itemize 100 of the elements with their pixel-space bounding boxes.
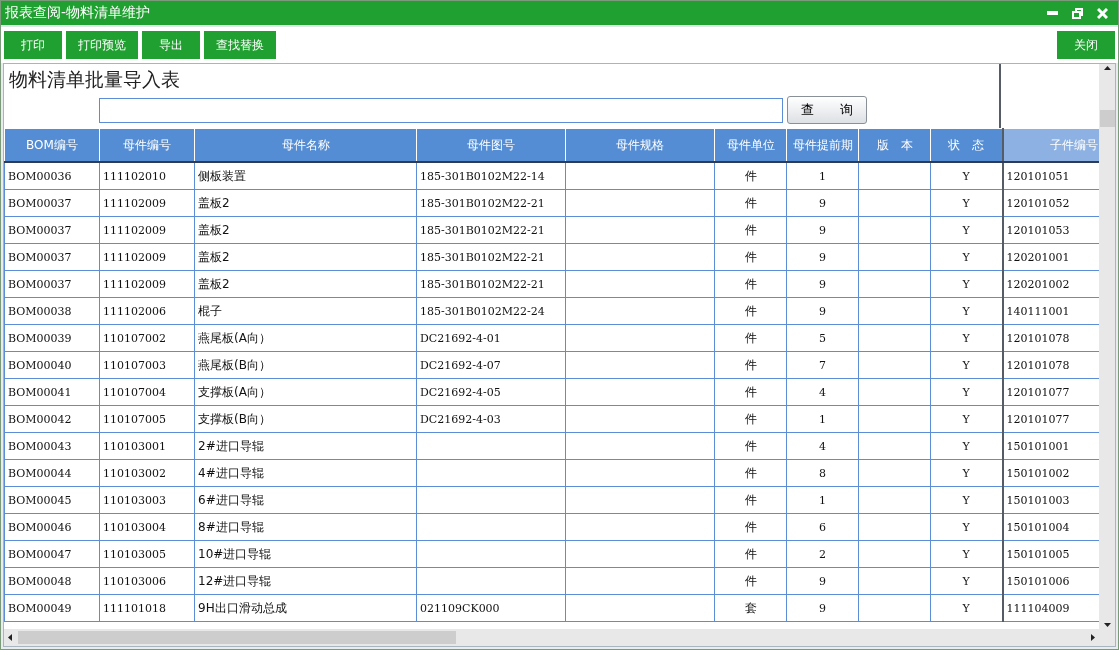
table-cell: 9 [786, 189, 859, 217]
table-cell: 111102010 [99, 162, 195, 190]
table-cell: 111102009 [99, 216, 195, 244]
table-cell: 件 [714, 324, 787, 352]
column-header: 母件提前期 [786, 128, 859, 162]
table-cell: 件 [714, 297, 787, 325]
column-header: 母件图号 [416, 128, 566, 162]
table-cell: 110103001 [99, 432, 195, 460]
column-header: 母件单位 [714, 128, 787, 162]
table-cell: DC21692-4-05 [416, 378, 566, 406]
table-cell: 件 [714, 243, 787, 271]
table-cell: BOM00046 [4, 513, 100, 541]
table-cell: 185-301B0102M22-21 [416, 189, 566, 217]
table-cell: 111102009 [99, 243, 195, 271]
table-cell: 盖板2 [194, 216, 417, 244]
table-cell: 110107005 [99, 405, 195, 433]
table-cell: 件 [714, 486, 787, 514]
table-cell: BOM00048 [4, 567, 100, 595]
scroll-up-icon[interactable] [1103, 66, 1111, 70]
column-header: 子件编号 [1002, 128, 1099, 162]
table-cell: 1 [786, 405, 859, 433]
close-icon[interactable] [1097, 7, 1108, 19]
table-cell: BOM00043 [4, 432, 100, 460]
table-cell: 1 [786, 162, 859, 190]
toolbar-button[interactable]: 导出 [142, 31, 200, 59]
table-cell: 6 [786, 513, 859, 541]
table-cell: 盖板2 [194, 243, 417, 271]
table-cell: BOM00037 [4, 270, 100, 298]
toolbar-button[interactable]: 打印预览 [66, 31, 138, 59]
table-cell: 110103003 [99, 486, 195, 514]
table-cell: 111102009 [99, 270, 195, 298]
scroll-down-icon[interactable] [1103, 623, 1111, 627]
table-cell: BOM00040 [4, 351, 100, 379]
query-button[interactable]: 查 询 [787, 96, 867, 124]
table-cell: 件 [714, 432, 787, 460]
table-cell: 10#进口导辊 [194, 540, 417, 568]
table-cell: 6#进口导辊 [194, 486, 417, 514]
table-cell: 111102009 [99, 189, 195, 217]
table-cell: 套 [714, 594, 787, 622]
table-cell: 4 [786, 432, 859, 460]
table-cell: 110103002 [99, 459, 195, 487]
table-cell: 9 [786, 594, 859, 622]
scroll-left-icon[interactable] [8, 634, 12, 641]
table-cell: 侧板装置 [194, 162, 417, 190]
table-cell: 2 [786, 540, 859, 568]
table-cell: 盖板2 [194, 270, 417, 298]
table-cell: 件 [714, 378, 787, 406]
table-cell: 185-301B0102M22-21 [416, 270, 566, 298]
table-cell: 9 [786, 243, 859, 271]
table-cell: 9 [786, 216, 859, 244]
table-cell: 9 [786, 297, 859, 325]
table-cell: 4 [786, 378, 859, 406]
table-cell: 111102006 [99, 297, 195, 325]
toolbar-button[interactable]: 查找替换 [204, 31, 276, 59]
table-cell: 8#进口导辊 [194, 513, 417, 541]
table-cell: 支撑板(B向） [194, 405, 417, 433]
table-cell: 件 [714, 351, 787, 379]
table-cell: 12#进口导辊 [194, 567, 417, 595]
table-cell: DC21692-4-03 [416, 405, 566, 433]
table-cell: 185-301B0102M22-21 [416, 216, 566, 244]
table-cell: 件 [714, 459, 787, 487]
table-cell: BOM00041 [4, 378, 100, 406]
table-cell: 燕尾板(A向） [194, 324, 417, 352]
table-cell: 185-301B0102M22-21 [416, 243, 566, 271]
table-cell: BOM00037 [4, 243, 100, 271]
column-header: 母件规格 [565, 128, 715, 162]
table-cell: 1 [786, 486, 859, 514]
table-cell: 021109CK000 [416, 594, 566, 622]
table-cell: 件 [714, 270, 787, 298]
table-cell: 5 [786, 324, 859, 352]
scrollbar-thumb[interactable] [18, 631, 456, 644]
table-cell: 110103004 [99, 513, 195, 541]
toolbar-button[interactable]: 打印 [4, 31, 62, 59]
table-cell: DC21692-4-07 [416, 351, 566, 379]
search-field[interactable] [99, 97, 783, 123]
scroll-right-icon[interactable] [1091, 634, 1095, 641]
table-cell: 4#进口导辊 [194, 459, 417, 487]
table-cell: 185-301B0102M22-24 [416, 297, 566, 325]
table-cell: 111101018 [99, 594, 195, 622]
table-cell: BOM00038 [4, 297, 100, 325]
column-header: 母件名称 [194, 128, 417, 162]
table-cell: 件 [714, 540, 787, 568]
table-cell: 棍子 [194, 297, 417, 325]
table-cell: 110107004 [99, 378, 195, 406]
restore-icon[interactable] [1072, 7, 1083, 19]
table-cell: 支撑板(A向） [194, 378, 417, 406]
table-cell: 9 [786, 270, 859, 298]
table-cell: 110107002 [99, 324, 195, 352]
table-cell: 110107003 [99, 351, 195, 379]
table-cell: 7 [786, 351, 859, 379]
table-cell: BOM00042 [4, 405, 100, 433]
window-title: 报表查阅-物料清单维护 [5, 4, 151, 22]
table-cell: 件 [714, 513, 787, 541]
table-cell: 燕尾板(B向） [194, 351, 417, 379]
close-button[interactable]: 关闭 [1057, 31, 1115, 59]
scrollbar-thumb[interactable] [1099, 110, 1115, 127]
table-cell: 110103005 [99, 540, 195, 568]
table-cell: BOM00037 [4, 189, 100, 217]
table-cell: DC21692-4-01 [416, 324, 566, 352]
report-title: 物料清单批量导入表 [8, 67, 181, 92]
